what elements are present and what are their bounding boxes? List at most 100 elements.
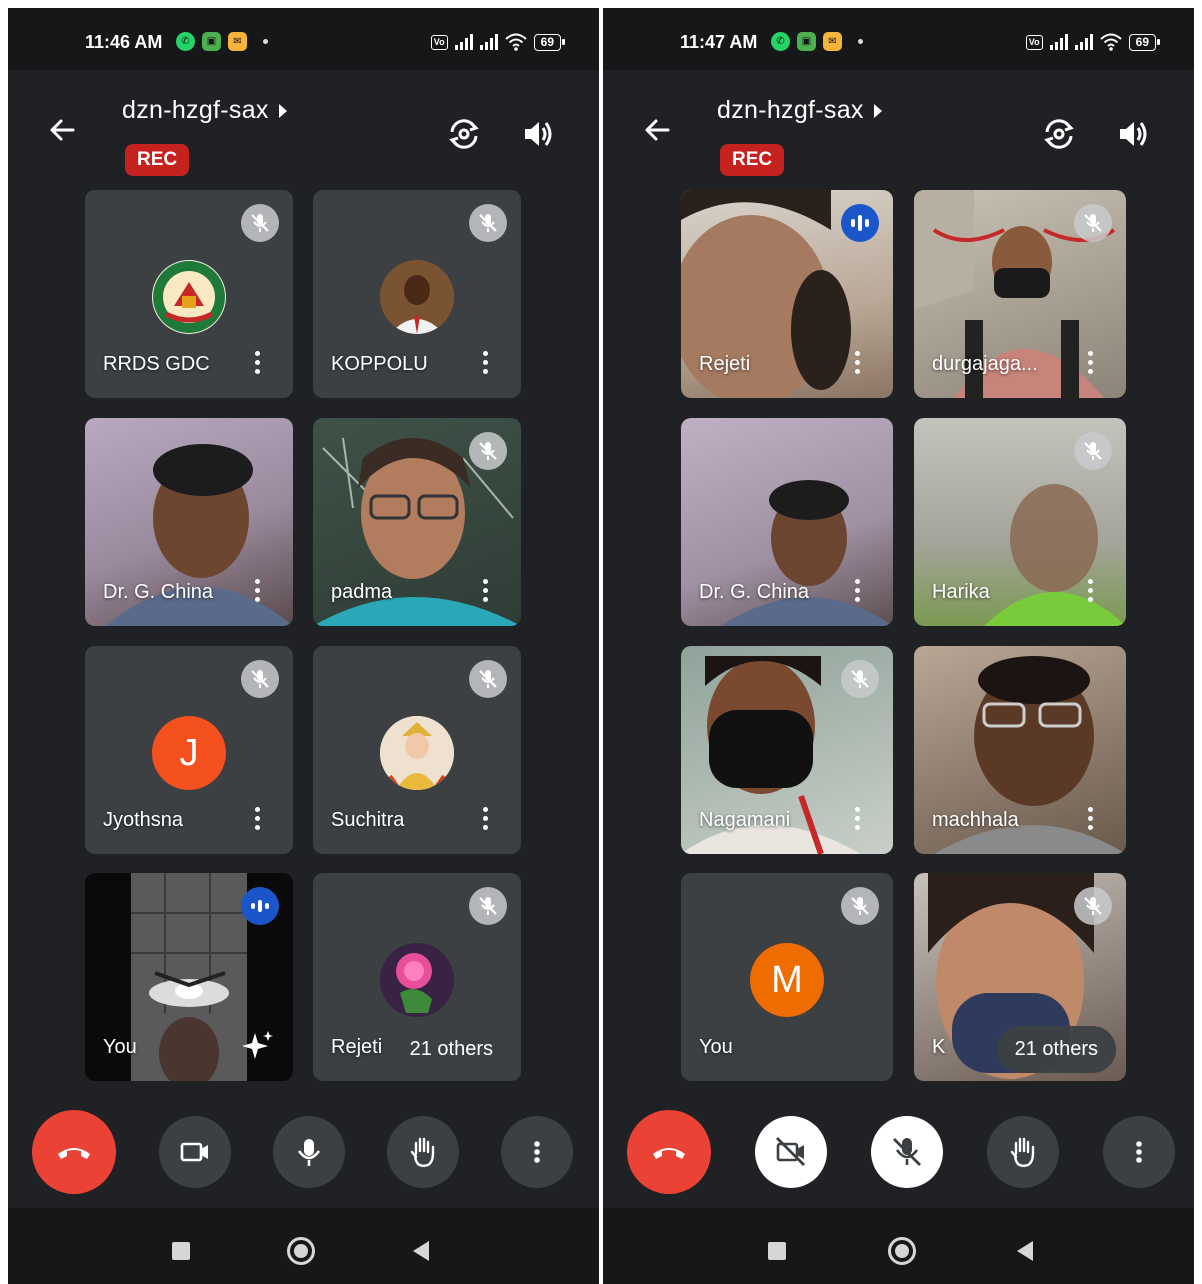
- microphone-off-icon: [893, 1138, 921, 1166]
- phone-hangup-icon: [58, 1148, 90, 1159]
- participant-tile[interactable]: Rejeti 21 others: [313, 873, 521, 1081]
- letter-avatar: M: [750, 943, 824, 1017]
- arrow-left-icon: [645, 119, 670, 141]
- participant-tile[interactable]: KOPPOLU: [313, 190, 521, 398]
- more-options-icon[interactable]: [243, 802, 271, 834]
- participant-video-tile[interactable]: Dr. G. China: [681, 418, 893, 626]
- whatsapp-icon: ✆: [176, 32, 195, 51]
- participant-video-tile[interactable]: Nagamani: [681, 646, 893, 854]
- raise-hand-button[interactable]: [387, 1116, 459, 1188]
- switch-camera-button[interactable]: [1039, 114, 1079, 154]
- self-view-tile[interactable]: M You: [681, 873, 893, 1081]
- meeting-code: dzn-hzgf-sax: [122, 96, 269, 124]
- participant-name: Jyothsna: [103, 809, 184, 831]
- hand-icon: [410, 1137, 435, 1167]
- nav-back-button[interactable]: [1017, 1241, 1033, 1261]
- system-navbar: [8, 1208, 599, 1284]
- raise-hand-button[interactable]: [987, 1116, 1059, 1188]
- more-vertical-icon: [1136, 1141, 1142, 1163]
- effects-sparkle-icon[interactable]: [241, 1029, 275, 1063]
- more-options-icon[interactable]: [471, 346, 499, 378]
- microphone-icon: [297, 1139, 321, 1166]
- speaking-indicator-icon: [841, 204, 879, 242]
- microphone-toggle-button[interactable]: [273, 1116, 345, 1188]
- more-options-icon[interactable]: [1076, 346, 1104, 378]
- participant-video-tile[interactable]: padma: [313, 418, 521, 626]
- more-options-icon[interactable]: [843, 802, 871, 834]
- nav-back-button[interactable]: [413, 1241, 429, 1261]
- more-options-icon[interactable]: [243, 574, 271, 606]
- system-navbar: [603, 1208, 1194, 1284]
- muted-mic-icon: [469, 204, 507, 242]
- more-options-icon[interactable]: [843, 346, 871, 378]
- microphone-toggle-button[interactable]: [871, 1116, 943, 1188]
- others-count-button[interactable]: 21 others: [996, 1026, 1116, 1073]
- call-controls: [603, 1110, 1194, 1196]
- participant-video-tile[interactable]: Rejeti: [681, 190, 893, 398]
- home-button[interactable]: [287, 1237, 315, 1265]
- camera-toggle-button[interactable]: [159, 1116, 231, 1188]
- hand-icon: [1010, 1137, 1035, 1167]
- end-call-button[interactable]: [627, 1110, 711, 1194]
- end-call-button[interactable]: [32, 1110, 116, 1194]
- meeting-header: dzn-hzgf-sax REC: [8, 70, 599, 190]
- status-bar: 11:47 AM ✆ ▣ ✉ Vo 69: [603, 8, 1194, 70]
- signal-icon: [1049, 34, 1068, 50]
- participant-video-tile[interactable]: Harika: [914, 418, 1126, 626]
- muted-mic-icon: [841, 887, 879, 925]
- home-button[interactable]: [888, 1237, 916, 1265]
- participant-video-tile[interactable]: durgajaga...: [914, 190, 1126, 398]
- muted-mic-icon: [1074, 887, 1112, 925]
- meeting-code-button[interactable]: dzn-hzgf-sax: [717, 96, 882, 125]
- status-time: 11:46 AM: [85, 32, 163, 52]
- participant-video-tile[interactable]: Dr. G. China: [85, 418, 293, 626]
- switch-camera-button[interactable]: [444, 114, 484, 154]
- others-count-button[interactable]: 21 others: [391, 1026, 511, 1073]
- child-photo-avatar: [380, 716, 454, 790]
- participant-tile[interactable]: Suchitra: [313, 646, 521, 854]
- recents-button[interactable]: [172, 1242, 190, 1260]
- caret-right-icon: [278, 103, 287, 118]
- participant-name: durgajaga...: [932, 353, 1038, 375]
- participant-name: You: [699, 1036, 733, 1058]
- volte-icon: Vo: [1025, 34, 1043, 50]
- more-options-icon[interactable]: [471, 574, 499, 606]
- participant-name: K: [932, 1036, 946, 1058]
- more-options-icon[interactable]: [1076, 574, 1104, 606]
- participant-name: You: [103, 1036, 137, 1058]
- back-button[interactable]: [639, 112, 675, 148]
- status-bar: 11:46 AM ✆ ▣ ✉ Vo 69: [8, 8, 599, 70]
- participant-name: padma: [331, 581, 393, 603]
- participant-video-tile[interactable]: K 21 others: [914, 873, 1126, 1081]
- recents-button[interactable]: [768, 1242, 786, 1260]
- phone-screen-left: 11:46 AM ✆ ▣ ✉ Vo 69 dzn-hzgf-sax REC RR…: [8, 8, 599, 1284]
- participant-tile[interactable]: J Jyothsna: [85, 646, 293, 854]
- more-options-button[interactable]: [1103, 1116, 1175, 1188]
- more-options-icon[interactable]: [471, 802, 499, 834]
- audio-output-button[interactable]: [518, 114, 558, 154]
- participant-name: Dr. G. China: [699, 581, 810, 603]
- self-view-tile[interactable]: You: [85, 873, 293, 1081]
- meeting-code-button[interactable]: dzn-hzgf-sax: [122, 96, 287, 125]
- participant-video-tile[interactable]: machhala: [914, 646, 1126, 854]
- more-options-icon[interactable]: [843, 574, 871, 606]
- participant-tile[interactable]: RRDS GDC: [85, 190, 293, 398]
- back-button[interactable]: [44, 112, 80, 148]
- person-photo-avatar: [380, 260, 454, 334]
- more-options-icon[interactable]: [1076, 802, 1104, 834]
- speaker-icon: [525, 122, 552, 146]
- call-controls: [8, 1110, 599, 1196]
- muted-mic-icon: [241, 660, 279, 698]
- phone-hangup-icon: [653, 1148, 685, 1159]
- more-options-icon[interactable]: [243, 346, 271, 378]
- camera-toggle-button[interactable]: [755, 1116, 827, 1188]
- participant-name: Nagamani: [699, 809, 791, 831]
- audio-output-button[interactable]: [1113, 114, 1153, 154]
- more-options-button[interactable]: [501, 1116, 573, 1188]
- college-logo-avatar: [152, 260, 226, 334]
- participant-name: Dr. G. China: [103, 581, 214, 603]
- participant-name: KOPPOLU: [331, 353, 428, 375]
- mail-icon: ✉: [823, 32, 842, 51]
- chat-app-icon: ▣: [202, 32, 221, 51]
- caret-right-icon: [873, 103, 882, 118]
